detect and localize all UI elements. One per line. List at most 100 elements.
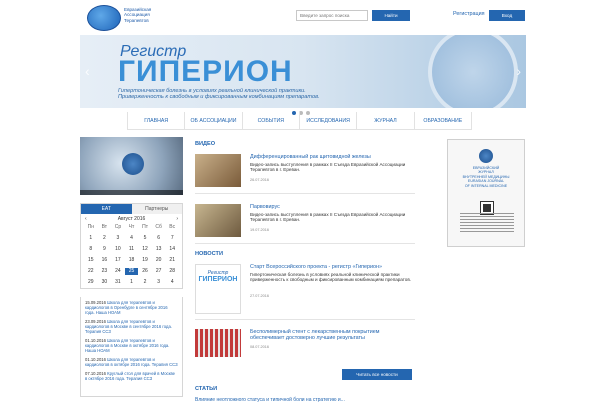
- news-thumb-title: ГИПЕРИОН: [198, 276, 238, 283]
- event-item[interactable]: 01.10.2016 Школа для терапевтов и кардио…: [85, 357, 178, 367]
- calendar-day[interactable]: 31: [111, 279, 125, 286]
- video-item-date: 19.07.2016: [250, 228, 270, 232]
- main-nav: ГЛАВНАЯ ОБ АССОЦИАЦИИ СОБЫТИЯ ИССЛЕДОВАН…: [127, 112, 472, 130]
- events-calendar: ЕАТ Партнеры ‹ Август 2016 › Пн Вт Ср Чт Пт С…: [80, 203, 183, 289]
- video-item-title[interactable]: Дифференцированный рак щитовидной железы: [250, 154, 415, 160]
- calendar-day[interactable]: 19: [138, 257, 152, 264]
- register-link[interactable]: Регистрация: [453, 11, 485, 17]
- news-thumbnail[interactable]: [195, 329, 241, 357]
- video-item-desc: Видео-запись выступления в рамках II Съе…: [250, 162, 406, 173]
- nav-item-research[interactable]: ИССЛЕДОВАНИЯ: [298, 112, 356, 129]
- calendar-weekday: Пт: [142, 224, 148, 230]
- calendar-day[interactable]: 20: [152, 257, 166, 264]
- video-emblem-icon: [122, 153, 144, 175]
- calendar-day[interactable]: 2: [138, 279, 152, 286]
- calendar-weekday: Вс: [169, 224, 176, 230]
- calendar-grid: Пн Вт Ср Чт Пт Сб Вс 1 2 3 4 5 6 7 8 9 10 11 12 13 14 15 16 17 1…: [81, 224, 182, 288]
- nav-item-events[interactable]: СОБЫТИЯ: [241, 112, 299, 129]
- search-button[interactable]: Найти: [372, 10, 410, 21]
- journal-emblem-icon: [479, 149, 493, 163]
- nav-item-journal[interactable]: ЖУРНАЛ: [356, 112, 413, 129]
- video-thumbnail[interactable]: [195, 154, 241, 187]
- calendar-day[interactable]: 5: [138, 235, 152, 242]
- calendar-day[interactable]: 7: [165, 235, 179, 242]
- calendar-prev-icon[interactable]: ‹: [85, 216, 87, 222]
- calendar-day[interactable]: 27: [152, 268, 166, 275]
- event-item[interactable]: 15.09.2016 Школа для терапевтов и кардио…: [85, 300, 178, 315]
- news-item[interactable]: Бесполимерный стент с лекарственным покр…: [195, 329, 415, 363]
- banner-title: ГИПЕРИОН: [118, 55, 293, 88]
- calendar-weekday: Ср: [114, 224, 122, 230]
- banner-next-arrow-icon[interactable]: ›: [516, 63, 521, 79]
- video-item[interactable]: Дифференцированный рак щитовидной железы…: [195, 154, 415, 194]
- calendar-day[interactable]: 11: [125, 246, 139, 253]
- calendar-day[interactable]: 10: [111, 246, 125, 253]
- calendar-day[interactable]: 12: [138, 246, 152, 253]
- video-item[interactable]: Парвовирус Видео-запись выступления в ра…: [195, 204, 415, 244]
- event-item[interactable]: 07.10.2016 Круглый стол для врачей в Мос…: [85, 371, 178, 381]
- event-item[interactable]: 23.09.2016 Школа для терапевтов и кардио…: [85, 319, 178, 334]
- calendar-day[interactable]: 30: [98, 279, 112, 286]
- calendar-day[interactable]: 14: [165, 246, 179, 253]
- news-item-title[interactable]: Бесполимерный стент с лекарственным покр…: [250, 329, 415, 341]
- all-news-button[interactable]: Читать все новости: [342, 369, 412, 380]
- tab-eat[interactable]: ЕАТ: [81, 204, 132, 214]
- calendar-day[interactable]: 3: [111, 235, 125, 242]
- video-controls-bar[interactable]: [80, 190, 183, 195]
- calendar-day[interactable]: 29: [84, 279, 98, 286]
- calendar-day[interactable]: 21: [165, 257, 179, 264]
- calendar-day[interactable]: 3: [152, 279, 166, 286]
- hero-banner[interactable]: ‹ › Регистр ГИПЕРИОН Гипертоническая бол…: [80, 35, 526, 108]
- news-thumbnail[interactable]: Регистр ГИПЕРИОН: [195, 264, 241, 314]
- calendar-day[interactable]: 23: [98, 268, 112, 275]
- calendar-day[interactable]: 22: [84, 268, 98, 275]
- calendar-weekday: Вт: [101, 224, 108, 230]
- video-item-title[interactable]: Парвовирус: [250, 204, 415, 210]
- calendar-day[interactable]: 4: [125, 235, 139, 242]
- event-item[interactable]: 01.10.2016 Школа для терапевтов и кардио…: [85, 338, 178, 353]
- news-item-desc: Гипертоническая болезнь в условиях реаль…: [250, 272, 412, 283]
- banner-description-line-2: Приверженность к свободным и фиксированн…: [118, 94, 320, 101]
- calendar-day[interactable]: 6: [152, 235, 166, 242]
- association-logo-icon[interactable]: [87, 5, 121, 31]
- calendar-next-icon[interactable]: ›: [176, 216, 178, 222]
- featured-video-player[interactable]: [80, 137, 183, 195]
- article-teaser-link[interactable]: Влияние неотложного статуса и типичной б…: [195, 397, 345, 403]
- calendar-day[interactable]: 1: [84, 235, 98, 242]
- calendar-day[interactable]: 1: [125, 279, 139, 286]
- calendar-day[interactable]: 17: [111, 257, 125, 264]
- news-item-date: 08.07.2016: [250, 345, 270, 349]
- nav-item-about[interactable]: ОБ АССОЦИАЦИИ: [184, 112, 241, 129]
- calendar-day[interactable]: 18: [125, 257, 139, 264]
- site-header: Евразийская Ассоциация Терапевтов Найти …: [0, 0, 600, 34]
- calendar-day[interactable]: 9: [98, 246, 112, 253]
- video-thumbnail[interactable]: [195, 204, 241, 237]
- calendar-day[interactable]: 15: [84, 257, 98, 264]
- journal-text-block: [460, 212, 514, 232]
- banner-emblem-icon: [428, 35, 518, 108]
- news-item[interactable]: Регистр ГИПЕРИОН Старт Всероссийского пр…: [195, 264, 415, 320]
- banner-prev-arrow-icon[interactable]: ‹: [85, 63, 90, 79]
- calendar-day[interactable]: 24: [111, 268, 125, 275]
- calendar-day[interactable]: 26: [138, 268, 152, 275]
- journal-cover[interactable]: ЕВРАЗИЙСКИЙ ЖУРНАЛ ВНУТРЕННЕЙ МЕДИЦИНЫ E…: [447, 139, 525, 247]
- news-item-title[interactable]: Старт Всероссийского проекта - регистр «…: [250, 264, 415, 270]
- calendar-day[interactable]: 2: [98, 235, 112, 242]
- calendar-day[interactable]: 4: [165, 279, 179, 286]
- calendar-day[interactable]: 16: [98, 257, 112, 264]
- calendar-month-label: Август 2016: [117, 216, 146, 222]
- login-button[interactable]: Вход: [489, 10, 525, 21]
- logo-text[interactable]: Евразийская Ассоциация Терапевтов: [124, 7, 151, 23]
- calendar-day[interactable]: 13: [152, 246, 166, 253]
- calendar-weekday: Пн: [87, 224, 94, 230]
- calendar-day[interactable]: 28: [165, 268, 179, 275]
- tab-partners[interactable]: Партнеры: [131, 204, 182, 214]
- logo-line-3: Терапевтов: [124, 17, 149, 23]
- video-item-date: 26.07.2016: [250, 178, 270, 182]
- search-input[interactable]: [296, 10, 368, 21]
- nav-item-home[interactable]: ГЛАВНАЯ: [127, 112, 184, 129]
- calendar-day[interactable]: 25: [124, 268, 139, 275]
- video-section-title: ВИДЕО: [195, 141, 216, 147]
- calendar-day[interactable]: 8: [84, 246, 98, 253]
- nav-item-education[interactable]: ОБРАЗОВАНИЕ: [413, 112, 472, 129]
